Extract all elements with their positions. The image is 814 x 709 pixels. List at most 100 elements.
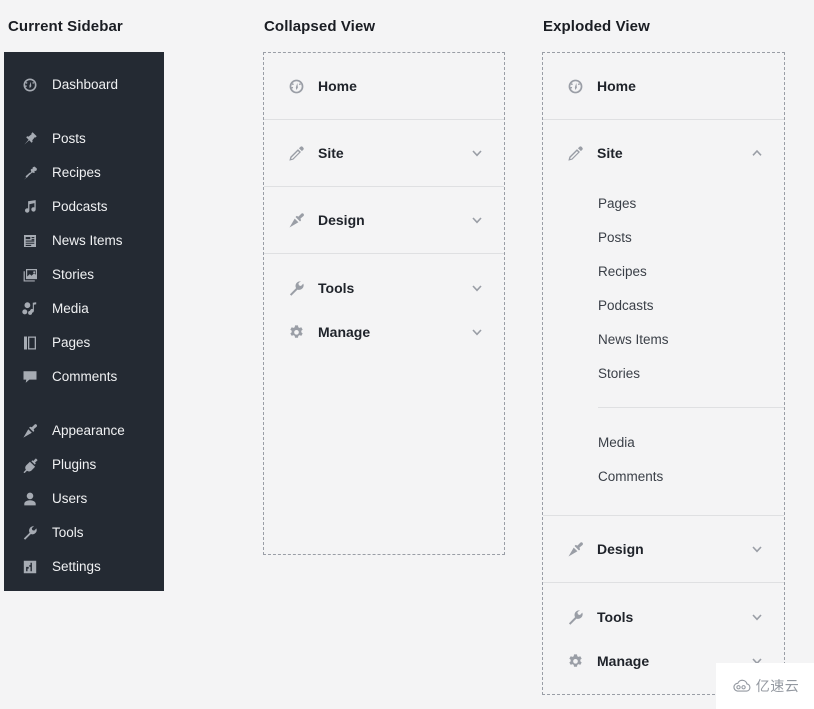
sidebar-item-tools[interactable]: Tools — [4, 516, 164, 550]
menu-row-home[interactable]: Home — [264, 53, 504, 119]
collapsed-view-panel: Home Site Design Tools Manage — [263, 52, 505, 555]
menu-section: Site Pages Posts Recipes Podcasts News Items S… — [543, 119, 784, 515]
chevron-down-icon[interactable] — [470, 281, 484, 295]
sidebar-item-comments[interactable]: Comments — [4, 360, 164, 394]
sidebar-item-users[interactable]: Users — [4, 482, 164, 516]
column-heading-current: Current Sidebar — [8, 18, 123, 35]
watermark: 亿速云 — [716, 663, 814, 709]
menu-section: Home — [264, 53, 504, 119]
chevron-up-icon[interactable] — [750, 146, 764, 160]
comment-icon — [20, 367, 40, 387]
sidebar-item-plugins[interactable]: Plugins — [4, 448, 164, 482]
screenshot-stage: Current Sidebar Collapsed View Exploded … — [0, 0, 814, 709]
news-icon — [20, 231, 40, 251]
sidebar-item-label: Settings — [52, 559, 101, 575]
menu-row-label: Design — [597, 541, 644, 557]
chevron-down-icon[interactable] — [750, 610, 764, 624]
chevron-placeholder — [750, 79, 764, 93]
media-icon — [20, 299, 40, 319]
column-heading-collapsed: Collapsed View — [264, 18, 376, 35]
menu-row-manage[interactable]: Manage — [264, 310, 504, 354]
submenu-item-media[interactable]: Media — [543, 425, 784, 459]
menu-row-tools[interactable]: Tools — [543, 595, 784, 639]
menu-section: Home — [543, 53, 784, 119]
sidebar-item-label: Users — [52, 491, 88, 507]
submenu-item-recipes[interactable]: Recipes — [543, 254, 784, 288]
submenu-item-podcasts[interactable]: Podcasts — [543, 288, 784, 322]
pages-icon — [20, 333, 40, 353]
menu-row-design[interactable]: Design — [264, 187, 504, 253]
sidebar-item-label: Dashboard — [52, 77, 119, 93]
pencil-icon — [565, 143, 585, 163]
sidebar-item-label: Pages — [52, 335, 91, 351]
sidebar-item-settings[interactable]: Settings — [4, 550, 164, 584]
menu-row-home[interactable]: Home — [543, 53, 784, 119]
carrot-icon — [20, 163, 40, 183]
wrench-icon — [565, 607, 585, 627]
submenu-item-news-items[interactable]: News Items — [543, 322, 784, 356]
menu-row-label: Manage — [318, 324, 371, 340]
sidebar-item-recipes[interactable]: Recipes — [4, 156, 164, 190]
brush-icon — [20, 421, 40, 441]
chevron-placeholder — [470, 79, 484, 93]
submenu-list: Pages Posts Recipes Podcasts News Items Stori… — [543, 186, 784, 515]
sidebar-item-appearance[interactable]: Appearance — [4, 414, 164, 448]
pin-icon — [20, 129, 40, 149]
sidebar-item-pages[interactable]: Pages — [4, 326, 164, 360]
submenu-divider — [598, 407, 784, 408]
user-icon — [20, 489, 40, 509]
sidebar-item-news-items[interactable]: News Items — [4, 224, 164, 258]
menu-row-design[interactable]: Design — [543, 516, 784, 582]
submenu-item-stories[interactable]: Stories — [543, 356, 784, 390]
sidebar-item-posts[interactable]: Posts — [4, 122, 164, 156]
watermark-text: 亿速云 — [755, 679, 800, 695]
gear-icon — [565, 651, 585, 671]
sidebar-item-label: Recipes — [52, 165, 101, 181]
submenu-item-comments[interactable]: Comments — [543, 459, 784, 493]
gear-icon — [286, 322, 306, 342]
sidebar-item-label: Media — [52, 301, 89, 317]
sidebar-item-label: Tools — [52, 525, 84, 541]
dashboard-icon — [286, 76, 306, 96]
sliders-icon — [20, 557, 40, 577]
chevron-down-icon[interactable] — [470, 213, 484, 227]
sidebar-item-label: Comments — [52, 369, 118, 385]
sidebar-item-media[interactable]: Media — [4, 292, 164, 326]
sidebar-item-label: Appearance — [52, 423, 125, 439]
menu-section: Site — [264, 119, 504, 186]
chevron-down-icon[interactable] — [470, 325, 484, 339]
menu-section: Design — [543, 515, 784, 582]
brush-icon — [565, 539, 585, 559]
cloud-logo-icon — [731, 679, 753, 693]
menu-row-label: Home — [318, 78, 357, 94]
menu-row-tools[interactable]: Tools — [264, 266, 504, 310]
sidebar-item-podcasts[interactable]: Podcasts — [4, 190, 164, 224]
submenu-item-posts[interactable]: Posts — [543, 220, 784, 254]
exploded-view-panel: Home Site Pages Posts Recipes Podcasts News It… — [542, 52, 785, 695]
menu-row-site[interactable]: Site — [264, 120, 504, 186]
dashboard-icon — [20, 75, 40, 95]
sidebar-item-label: News Items — [52, 233, 123, 249]
submenu-item-pages[interactable]: Pages — [543, 186, 784, 220]
menu-row-label: Home — [597, 78, 636, 94]
menu-row-label: Tools — [597, 609, 634, 625]
brush-icon — [286, 210, 306, 230]
menu-row-label: Site — [597, 145, 623, 161]
dashboard-icon — [565, 76, 585, 96]
menu-row-label: Site — [318, 145, 344, 161]
sidebar-item-dashboard[interactable]: Dashboard — [4, 68, 164, 102]
menu-section: Design — [264, 186, 504, 253]
wrench-icon — [20, 523, 40, 543]
menu-row-site[interactable]: Site — [543, 120, 784, 186]
sidebar-item-label: Stories — [52, 267, 95, 283]
sidebar-item-stories[interactable]: Stories — [4, 258, 164, 292]
chevron-down-icon[interactable] — [470, 146, 484, 160]
sidebar-item-label: Podcasts — [52, 199, 108, 215]
menu-section: Tools Manage — [264, 253, 504, 370]
column-heading-exploded: Exploded View — [543, 18, 650, 35]
chevron-down-icon[interactable] — [750, 542, 764, 556]
sidebar-item-label: Posts — [52, 131, 86, 147]
current-sidebar: Dashboard Posts Recipes Podcasts News Items S… — [4, 52, 164, 591]
